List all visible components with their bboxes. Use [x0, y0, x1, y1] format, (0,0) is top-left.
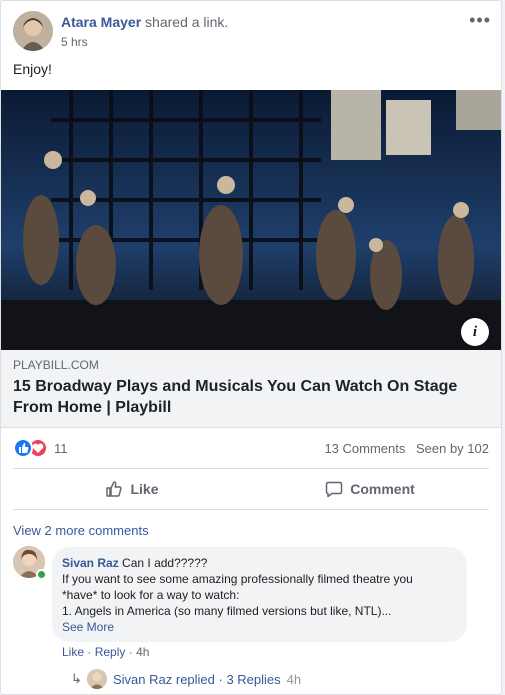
thumbs-up-icon: [106, 481, 123, 497]
link-domain: PLAYBILL.COM: [13, 358, 99, 372]
comment-reply-link[interactable]: Reply: [95, 645, 126, 659]
comment-bubble-icon: [325, 481, 343, 498]
see-more-link[interactable]: See More: [62, 619, 457, 635]
replies-link[interactable]: Sivan Raz replied · 3 Replies: [113, 672, 281, 687]
comment-time[interactable]: 4h: [136, 645, 149, 659]
action-bar: Like Comment: [13, 468, 489, 510]
like-button[interactable]: Like: [13, 469, 251, 509]
comment-actions: Like · Reply · 4h: [62, 645, 149, 659]
replies-time: 4h: [286, 672, 302, 687]
post-timestamp[interactable]: 5 hrs: [61, 35, 88, 49]
post-stats: 13 Comments Seen by 102: [324, 441, 489, 456]
comment-line: If you want to see some amazing professi…: [62, 572, 413, 586]
like-reaction-icon: [13, 438, 33, 458]
view-more-comments-link[interactable]: View 2 more comments: [13, 523, 149, 538]
seen-by[interactable]: Seen by 102: [416, 441, 489, 456]
comment-bubble: Sivan Raz Can I add????? If you want to …: [52, 547, 467, 642]
post-card: Atara Mayer shared a link. 5 hrs ••• Enj…: [0, 0, 502, 695]
like-button-label: Like: [130, 481, 159, 497]
comment-like-link[interactable]: Like: [62, 645, 84, 659]
replier-avatar: [87, 669, 107, 689]
comment-line: *have* to look for a way to watch:: [62, 588, 240, 602]
comments-count[interactable]: 13 Comments: [324, 441, 405, 456]
link-preview-image[interactable]: i: [1, 90, 501, 350]
post-header: Atara Mayer shared a link. 5 hrs •••: [13, 11, 491, 51]
more-options-icon[interactable]: •••: [469, 11, 491, 29]
author-line: Atara Mayer shared a link.: [61, 14, 228, 30]
link-preview-meta[interactable]: PLAYBILL.COM 15 Broadway Plays and Music…: [1, 350, 501, 428]
comment-first-line: Can I add?????: [122, 556, 208, 570]
link-title[interactable]: 15 Broadway Plays and Musicals You Can W…: [13, 376, 483, 418]
reaction-count: 11: [54, 441, 68, 456]
post-text: Enjoy!: [13, 61, 52, 77]
comment-line: 1. Angels in America (so many filmed ver…: [62, 604, 392, 618]
comment-button-label: Comment: [350, 481, 415, 497]
reply-arrow-icon: ↳: [71, 671, 82, 686]
comment-author[interactable]: Sivan Raz: [62, 556, 119, 570]
comment-button[interactable]: Comment: [251, 469, 489, 509]
info-icon[interactable]: i: [461, 318, 489, 346]
separator: ·: [87, 645, 92, 659]
author-name[interactable]: Atara Mayer: [61, 14, 141, 30]
separator: ·: [128, 645, 133, 659]
online-status-icon: [36, 569, 47, 580]
post-action-text: shared a link.: [145, 14, 229, 30]
author-avatar[interactable]: [13, 11, 53, 51]
